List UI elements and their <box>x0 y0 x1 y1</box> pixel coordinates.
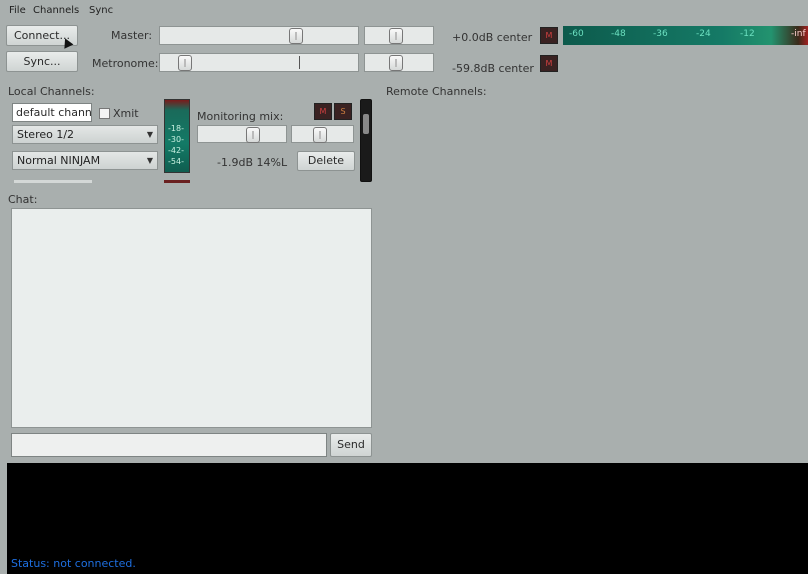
monitor-volume-slider[interactable] <box>197 125 287 143</box>
menu-channels[interactable]: Channels <box>33 5 79 16</box>
delete-channel-button[interactable]: Delete <box>297 151 355 171</box>
scrollbar-thumb[interactable] <box>363 114 369 134</box>
meter-tick: -42- <box>168 146 184 155</box>
chevron-down-icon: ▼ <box>146 130 153 139</box>
master-volume-thumb[interactable] <box>289 28 303 44</box>
transmit-label: Xmit <box>113 107 139 120</box>
input-select-value: Stereo 1/2 <box>17 128 75 141</box>
metronome-pan-thumb[interactable] <box>389 55 403 71</box>
metronome-label: Metronome: <box>92 57 159 70</box>
send-button[interactable]: Send <box>330 433 372 457</box>
input-select[interactable]: Stereo 1/2 ▼ <box>12 125 158 144</box>
vu-tick: -24 <box>696 29 711 39</box>
meter-tick: -54- <box>168 157 184 166</box>
monitor-pan-slider[interactable] <box>291 125 354 143</box>
monitor-volume-thumb[interactable] <box>246 127 260 143</box>
meter-clip-indicator <box>164 180 190 183</box>
metronome-volume-slider[interactable] <box>159 53 359 72</box>
master-readout: +0.0dB center <box>452 31 533 44</box>
monitor-readout: -1.9dB 14%L <box>217 156 288 169</box>
menu-bar: File Channels Sync <box>0 0 808 20</box>
master-pan-thumb[interactable] <box>389 28 403 44</box>
vu-tick: -36 <box>653 29 668 39</box>
chat-log[interactable] <box>11 208 372 428</box>
local-channel-meter: -18- -30- -42- -54- <box>164 99 190 173</box>
mode-select-value: Normal NINJAM <box>17 154 101 167</box>
menu-file[interactable]: File <box>9 5 26 16</box>
menu-sync[interactable]: Sync <box>89 5 113 16</box>
master-mute-button[interactable]: M <box>540 27 558 44</box>
mode-select[interactable]: Normal NINJAM ▼ <box>12 151 158 170</box>
monitor-pan-thumb[interactable] <box>313 127 327 143</box>
local-solo-button[interactable]: S <box>334 103 352 120</box>
sync-button[interactable]: Sync... <box>6 51 78 72</box>
status-text: Status: not connected. <box>11 557 136 570</box>
monitoring-mix-label: Monitoring mix: <box>197 110 284 123</box>
metronome-volume-thumb[interactable] <box>178 55 192 71</box>
master-pan-slider[interactable] <box>364 26 434 45</box>
vu-tick: -12 <box>740 29 755 39</box>
local-mute-button[interactable]: M <box>314 103 332 120</box>
vu-tick: -48 <box>611 29 626 39</box>
master-volume-slider[interactable] <box>159 26 359 45</box>
meter-tick: -30- <box>168 135 184 144</box>
channel-name-value: default channel <box>16 106 92 119</box>
channel-name-input[interactable]: default channel <box>12 103 92 122</box>
metronome-mute-button[interactable]: M <box>540 55 558 72</box>
local-channel-divider <box>14 180 92 183</box>
metronome-pan-slider[interactable] <box>364 53 434 72</box>
master-vu-meter: -60 -48 -36 -24 -12 -inf <box>563 26 808 45</box>
chevron-down-icon: ▼ <box>146 156 153 165</box>
local-channels-heading: Local Channels: <box>8 85 95 98</box>
slider-center-mark <box>299 56 300 69</box>
local-channels-scrollbar[interactable] <box>360 99 372 182</box>
remote-channels-heading: Remote Channels: <box>386 85 487 98</box>
metronome-readout: -59.8dB center <box>452 62 534 75</box>
master-label: Master: <box>111 29 153 42</box>
chat-input[interactable] <box>11 433 327 457</box>
transmit-checkbox[interactable] <box>99 108 110 119</box>
vu-tick: -60 <box>569 29 584 39</box>
vu-tick: -inf <box>791 29 806 39</box>
chat-label: Chat: <box>8 193 38 206</box>
meter-tick: -18- <box>168 124 184 133</box>
